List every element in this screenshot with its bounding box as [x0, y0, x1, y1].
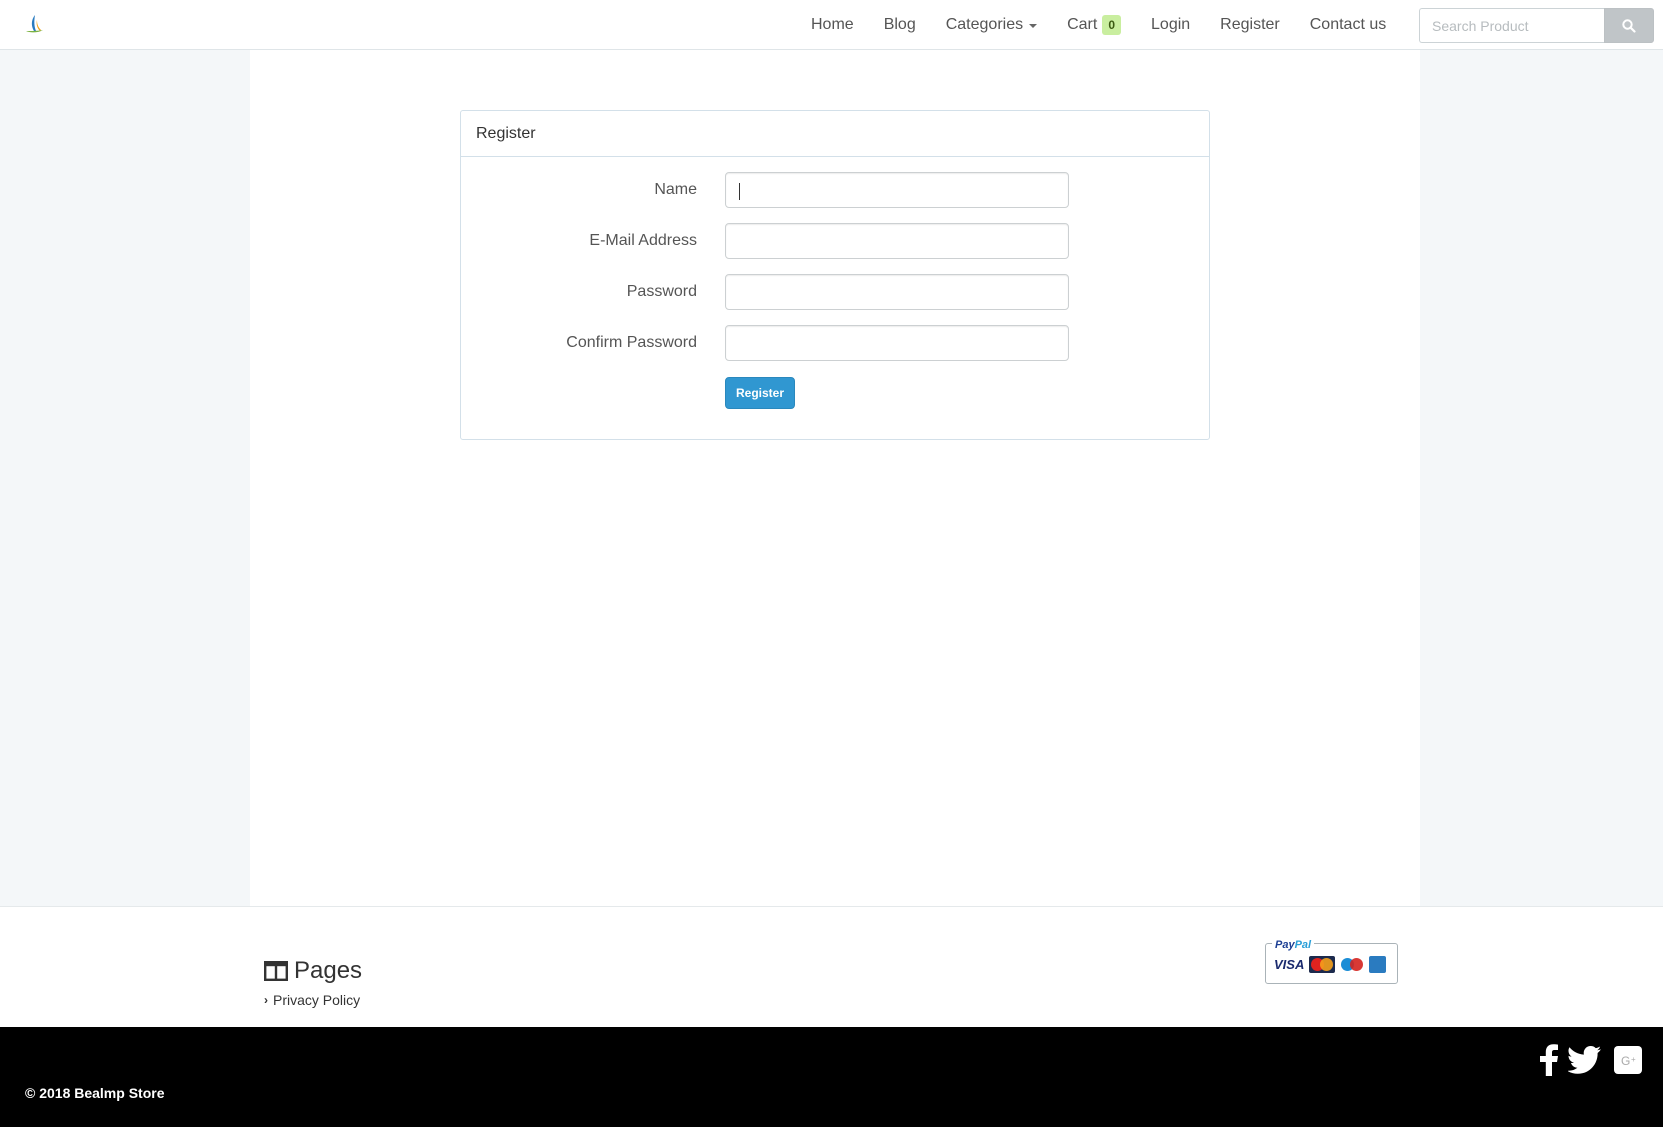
privacy-policy-label: Privacy Policy — [273, 992, 361, 1008]
nav-blog[interactable]: Blog — [884, 16, 916, 34]
form-row-email: E-Mail Address — [461, 223, 1211, 259]
paypal-logo-pay: Pay — [1275, 939, 1295, 951]
confirm-password-field[interactable] — [725, 325, 1069, 361]
email-label: E-Mail Address — [589, 232, 697, 249]
register-button[interactable]: Register — [725, 377, 795, 409]
cart-count-badge: 0 — [1102, 15, 1122, 35]
maestro-icon — [1339, 956, 1366, 973]
search-button[interactable] — [1604, 8, 1654, 43]
form-row-password: Password — [461, 274, 1211, 310]
register-panel: Register Name E-Mail Address Password Co… — [460, 110, 1210, 440]
amex-icon — [1369, 956, 1387, 973]
password-label: Password — [626, 283, 697, 300]
svg-text:G: G — [1621, 1054, 1630, 1068]
copyright-text: © 2018 Bealmp Store — [25, 1085, 165, 1101]
text-cursor — [739, 183, 740, 200]
nav-register[interactable]: Register — [1220, 16, 1280, 34]
twitter-icon[interactable] — [1568, 1043, 1602, 1077]
google-plus-icon[interactable]: G + — [1611, 1043, 1645, 1077]
payment-methods-badge: PayPal VISA — [1265, 939, 1398, 984]
nav-register-label: Register — [1220, 16, 1280, 33]
pages-heading: Pages — [264, 957, 362, 985]
card-logos: VISA — [1274, 956, 1390, 973]
main-nav: Home Blog Categories Cart 0 Login Registe… — [811, 0, 1386, 50]
sail-logo-icon[interactable] — [22, 12, 46, 36]
name-label: Name — [654, 181, 697, 198]
caret-down-icon — [1029, 24, 1038, 28]
nav-cart-label: Cart — [1067, 16, 1098, 33]
facebook-icon[interactable] — [1532, 1043, 1566, 1077]
paypal-logo-pal: Pal — [1294, 939, 1312, 951]
nav-home[interactable]: Home — [811, 16, 854, 34]
nav-categories[interactable]: Categories — [945, 16, 1038, 34]
nav-home-label: Home — [811, 16, 854, 33]
columns-icon — [264, 961, 288, 981]
name-field[interactable] — [725, 172, 1069, 208]
chevron-right-icon: › — [264, 993, 268, 1007]
nav-cart[interactable]: Cart 0 — [1067, 15, 1122, 35]
search-bar — [1419, 8, 1654, 43]
form-row-confirm-password: Confirm Password — [461, 325, 1211, 361]
form-row-name: Name — [461, 172, 1211, 208]
visa-logo: VISA — [1274, 957, 1305, 972]
privacy-policy-link[interactable]: › Privacy Policy — [264, 992, 360, 1008]
nav-contact[interactable]: Contact us — [1310, 16, 1386, 34]
paypal-logo: PayPal — [1272, 939, 1315, 951]
navbar: Home Blog Categories Cart 0 Login Registe… — [0, 0, 1663, 50]
email-field[interactable] — [725, 223, 1069, 259]
panel-heading: Register — [461, 111, 1209, 157]
nav-blog-label: Blog — [883, 16, 916, 33]
footer: Pages › Privacy Policy PayPal VISA — [0, 906, 1663, 1027]
search-input[interactable] — [1419, 8, 1604, 43]
bottom-bar: © 2018 Bealmp Store G + — [0, 1027, 1663, 1127]
nav-login-label: Login — [1151, 16, 1191, 33]
pages-title-text: Pages — [294, 957, 363, 984]
password-field[interactable] — [725, 274, 1069, 310]
svg-text:+: + — [1631, 1055, 1636, 1064]
confirm-password-label: Confirm Password — [566, 334, 697, 351]
nav-login[interactable]: Login — [1151, 16, 1190, 34]
main-content: Register Name E-Mail Address Password Co… — [250, 50, 1420, 906]
nav-contact-label: Contact us — [1309, 16, 1387, 33]
nav-categories-label: Categories — [945, 16, 1024, 33]
mastercard-icon — [1309, 956, 1336, 973]
search-icon — [1622, 18, 1636, 33]
